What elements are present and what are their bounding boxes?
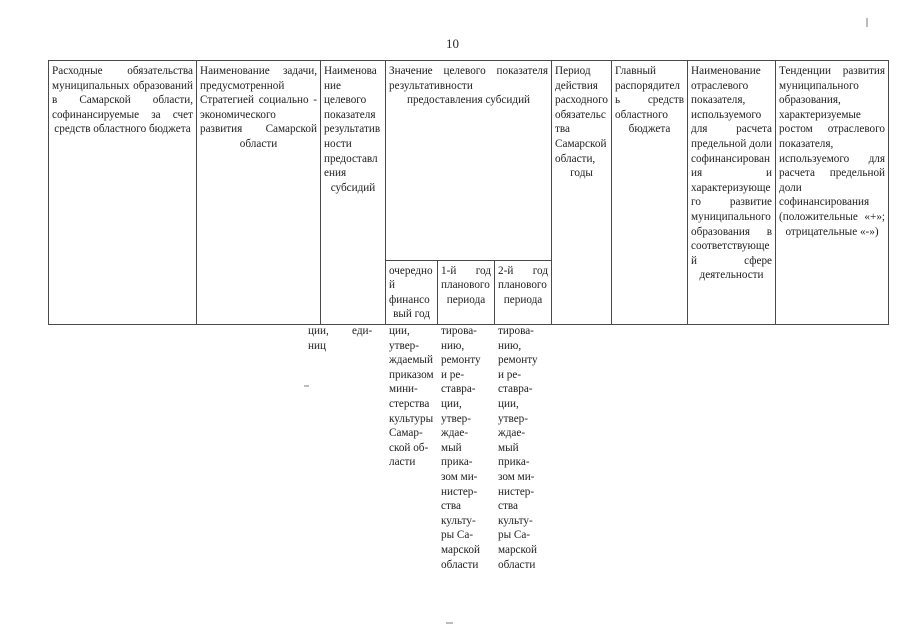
header-expense-obligations: Расходные обязательства муниципальных об…	[48, 60, 197, 325]
continuation-current-financial-year: ции, утвер- ждаемый приказом мини- стерс…	[389, 325, 434, 469]
header-task-name: Наименование задачи, предусмотренной Стр…	[196, 60, 321, 325]
document-page: 10 Расходные обязательства муниципальных…	[0, 0, 905, 640]
continuation-target-indicator-name-a: ции, ниц	[308, 325, 329, 352]
header-current-financial-year: очередной финансовый год	[385, 259, 438, 326]
header-sector-indicator-name: Наименование отраслевого показателя, исп…	[687, 60, 777, 325]
page-number: 10	[446, 36, 459, 51]
header-target-indicator-name: Наименование целевого показателя результ…	[320, 60, 386, 325]
scan-artifact-bottom	[446, 622, 453, 624]
scan-artifact-top-right	[866, 18, 868, 27]
header-plan-year-1: 1-й год планового периода	[437, 259, 495, 326]
requirements-table: Расходные обязательства муниципальных об…	[48, 60, 890, 326]
continuation-plan-year-1: тирова- нию, ремонту и ре- ставра- ции, …	[441, 325, 481, 571]
table-header-row-main: Расходные обязательства муниципальных об…	[48, 60, 890, 325]
header-development-trends: Тенденции развития муниципального образо…	[775, 60, 890, 325]
continuation-target-indicator-name-b: еди-	[352, 325, 373, 337]
header-chief-administrator: Главный распорядитель средств областного…	[611, 60, 689, 325]
header-obligation-period: Период действия расходного обязательства…	[551, 60, 613, 325]
continuation-plan-year-2: тирова- нию, ремонту и ре- ставра- ции, …	[498, 325, 538, 571]
header-value-group: Значение целевого показателя результатив…	[384, 60, 553, 261]
scan-artifact-left	[304, 385, 309, 387]
header-plan-year-2: 2-й год планового периода	[493, 259, 553, 326]
